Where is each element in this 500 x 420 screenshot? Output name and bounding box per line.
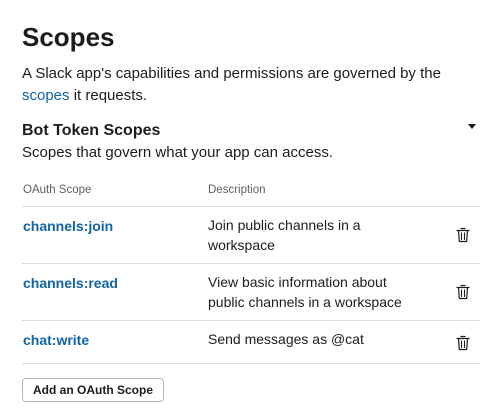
intro-text-end: it requests. [69, 87, 148, 104]
scope-description: View basic information about public chan… [208, 274, 402, 310]
table-header: OAuth Scope Description [22, 178, 480, 207]
trash-icon[interactable] [456, 227, 470, 243]
trash-icon[interactable] [456, 284, 470, 300]
scope-name[interactable]: channels:read [23, 274, 118, 292]
table-row: chat:write Send messages as @cat [22, 321, 480, 364]
trash-icon[interactable] [456, 335, 470, 351]
scope-name[interactable]: chat:write [23, 331, 89, 349]
page-title: Scopes [22, 22, 115, 52]
column-header-oauth-scope: OAuth Scope [23, 184, 92, 196]
column-header-description: Description [208, 184, 266, 196]
scopes-table: OAuth Scope Description channels:join Jo… [22, 178, 480, 364]
table-row: channels:read View basic information abo… [22, 264, 480, 321]
intro-text: A Slack app's capabilities and permissio… [22, 63, 480, 107]
intro-text-start: A Slack app's capabilities and permissio… [22, 65, 441, 82]
scope-description: Send messages as @cat [208, 331, 364, 347]
scopes-link[interactable]: scopes [22, 87, 70, 104]
section-title: Bot Token Scopes [22, 122, 161, 139]
scope-name[interactable]: channels:join [23, 217, 113, 235]
table-row: channels:join Join public channels in a … [22, 207, 480, 264]
scope-description: Join public channels in a workspace [208, 217, 361, 253]
section-subtitle: Scopes that govern what your app can acc… [22, 144, 334, 161]
add-oauth-scope-button[interactable]: Add an OAuth Scope [22, 378, 164, 402]
bot-token-scopes-header: Bot Token Scopes [22, 120, 480, 142]
caret-down-icon[interactable] [468, 124, 476, 129]
